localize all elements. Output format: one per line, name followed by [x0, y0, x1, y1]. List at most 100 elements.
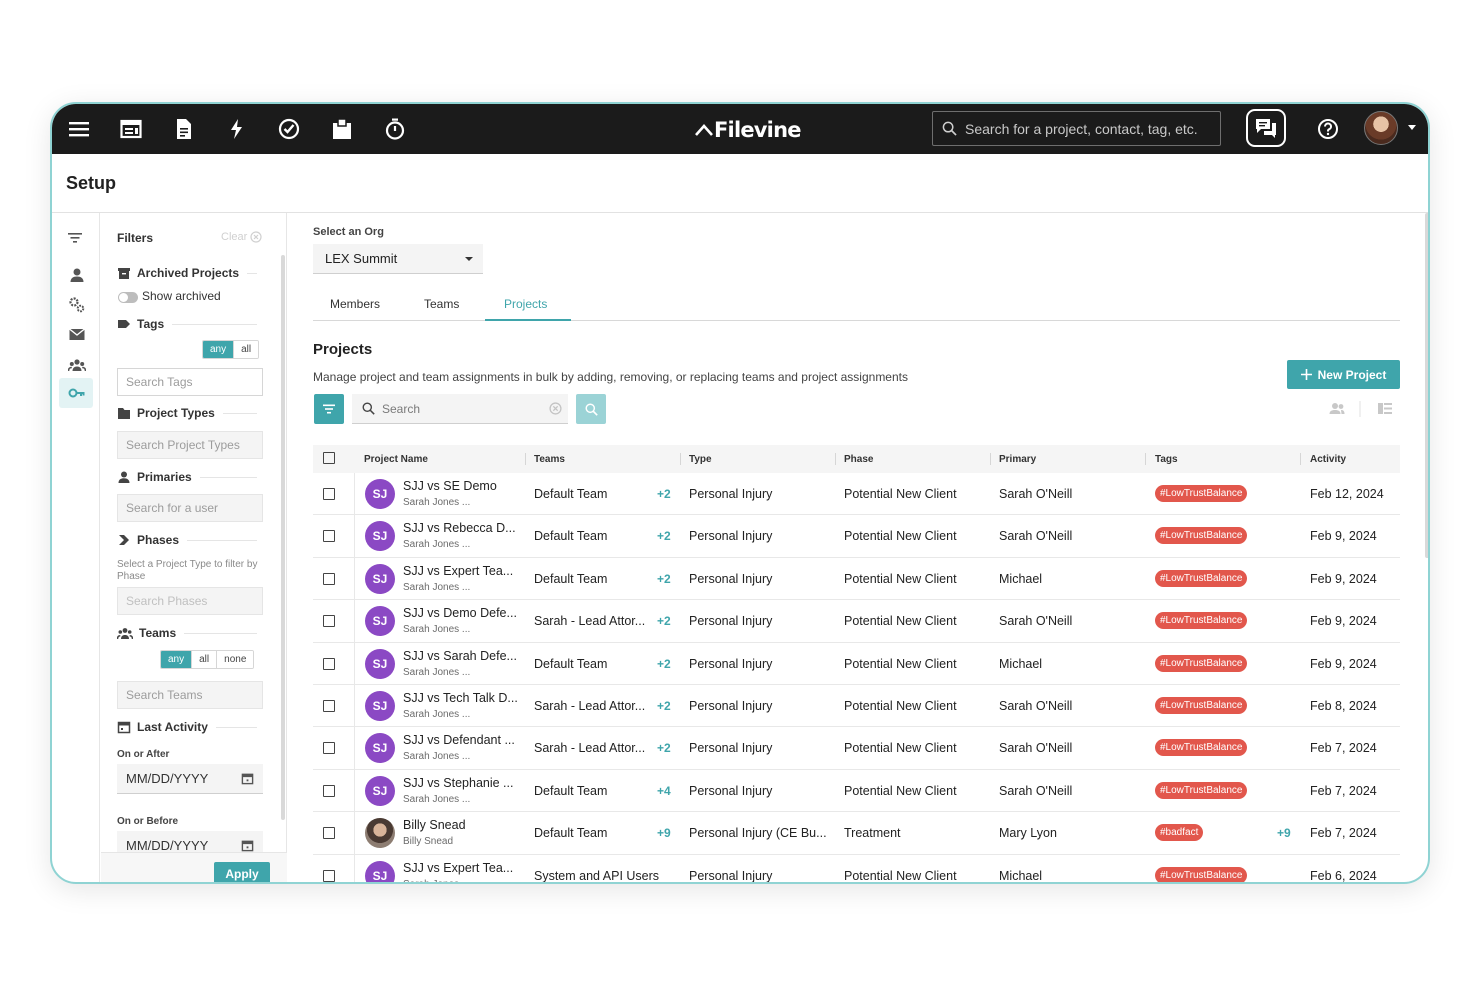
teams-mode-none[interactable]: none [216, 651, 254, 668]
board-icon[interactable] [119, 117, 143, 141]
table-row[interactable]: SJ SJJ vs Rebecca D... Sarah Jones ... Defa… [313, 515, 1400, 558]
lightning-icon[interactable] [225, 117, 249, 141]
search-submit-button[interactable] [576, 394, 606, 424]
show-archived-toggle[interactable] [118, 292, 138, 303]
table-row[interactable]: SJ SJJ vs Demo Defe... Sarah Jones ... Sara… [313, 600, 1400, 643]
team-more-badge[interactable]: +2 [657, 572, 671, 586]
row-checkbox[interactable] [323, 869, 335, 882]
table-header: Project Name Teams Type Phase Primary Ta… [313, 445, 1400, 473]
column-header-type[interactable]: Type [689, 454, 712, 465]
box-icon[interactable] [330, 117, 354, 141]
project-name[interactable]: SJJ vs Expert Tea... [403, 861, 513, 875]
column-header-primary[interactable]: Primary [999, 454, 1036, 465]
tags-mode-all[interactable]: all [233, 341, 259, 358]
chat-button[interactable] [1246, 109, 1286, 147]
search-teams-input[interactable]: Search Teams [117, 681, 263, 709]
gears-icon[interactable] [68, 296, 86, 314]
table-row[interactable]: Billy Snead Billy Snead Default Team +9 Pers… [313, 812, 1400, 855]
search-user-input[interactable]: Search for a user [117, 494, 263, 522]
menu-icon[interactable] [67, 117, 91, 141]
document-icon[interactable] [172, 117, 196, 141]
key-icon[interactable] [68, 384, 86, 402]
table-row[interactable]: SJ SJJ vs Expert Tea... Sarah Jones System … [313, 854, 1400, 882]
team-more-badge[interactable]: +2 [657, 699, 671, 713]
timer-icon[interactable] [383, 117, 407, 141]
column-header-tags[interactable]: Tags [1155, 454, 1178, 465]
calendar-icon[interactable] [241, 772, 254, 785]
project-name[interactable]: Billy Snead [403, 818, 466, 832]
tab-teams[interactable]: Teams [424, 297, 459, 311]
row-checkbox[interactable] [323, 488, 335, 500]
assign-users-icon[interactable] [1329, 403, 1345, 414]
row-checkbox[interactable] [323, 615, 335, 628]
project-name[interactable]: SJJ vs Expert Tea... [403, 564, 513, 578]
main-scrollbar[interactable] [1425, 213, 1428, 558]
project-name[interactable]: SJJ vs Stephanie ... [403, 776, 513, 790]
table-row[interactable]: SJ SJJ vs SE Demo Sarah Jones ... Default T… [313, 473, 1400, 516]
user-icon[interactable] [68, 266, 86, 284]
select-all-checkbox[interactable] [323, 452, 335, 464]
brand-logo[interactable]: Filevine [694, 116, 801, 144]
filters-scrollbar[interactable] [281, 255, 285, 820]
column-header-activity[interactable]: Activity [1310, 454, 1346, 465]
table-row[interactable]: SJ SJJ vs Defendant ... Sarah Jones ... Sar… [313, 727, 1400, 770]
row-checkbox[interactable] [323, 530, 335, 543]
tags-mode-any[interactable]: any [203, 341, 234, 358]
on-or-before-label: On or Before [117, 816, 179, 827]
tag-more-badge[interactable]: +9 [1277, 826, 1291, 840]
team-more-badge[interactable]: +2 [657, 487, 671, 501]
chevron-down-icon[interactable] [1408, 125, 1416, 130]
user-avatar[interactable] [1364, 111, 1398, 145]
project-primary: Michael [999, 571, 1043, 586]
clear-search-icon[interactable] [549, 402, 562, 415]
project-name[interactable]: SJJ vs Demo Defe... [403, 606, 517, 620]
apply-button[interactable]: Apply [214, 862, 270, 882]
search-project-types-input[interactable]: Search Project Types [117, 431, 263, 459]
table-row[interactable]: SJ SJJ vs Sarah Defe... Sarah Jones ... Def… [313, 642, 1400, 685]
on-or-after-date-input[interactable]: MM/DD/YYYY [117, 764, 263, 794]
avatar: SJ [365, 521, 395, 552]
row-checkbox[interactable] [323, 827, 335, 840]
tab-members[interactable]: Members [330, 297, 380, 311]
org-select[interactable]: LEX Summit [313, 244, 483, 274]
group-icon[interactable] [68, 356, 86, 374]
project-name[interactable]: SJJ vs SE Demo [403, 479, 497, 493]
team-more-badge[interactable]: +2 [657, 614, 671, 628]
filter-toggle-icon[interactable] [66, 229, 84, 247]
project-name[interactable]: SJJ vs Tech Talk D... [403, 691, 518, 705]
tab-projects[interactable]: Projects [504, 297, 547, 311]
row-checkbox[interactable] [323, 572, 335, 585]
project-name[interactable]: SJJ vs Rebecca D... [403, 521, 516, 535]
search-tags-input[interactable]: Search Tags [117, 368, 263, 396]
global-search-input[interactable]: Search for a project, contact, tag, etc. [932, 111, 1221, 146]
columns-icon[interactable] [1378, 403, 1392, 414]
row-checkbox[interactable] [323, 657, 335, 670]
help-icon[interactable] [1317, 118, 1339, 140]
table-filter-button[interactable] [314, 394, 344, 424]
team-more-badge[interactable]: +9 [657, 826, 671, 840]
new-project-button[interactable]: New Project [1287, 360, 1400, 389]
row-checkbox[interactable] [323, 742, 335, 755]
check-circle-icon[interactable] [277, 117, 301, 141]
table-row[interactable]: SJ SJJ vs Stephanie ... Sarah Jones ... Def… [313, 769, 1400, 813]
column-header-teams[interactable]: Teams [534, 454, 565, 465]
chat-icon [1256, 119, 1276, 138]
row-checkbox[interactable] [323, 699, 335, 712]
team-more-badge[interactable]: +4 [657, 784, 671, 798]
project-name[interactable]: SJJ vs Sarah Defe... [403, 649, 517, 663]
team-more-badge[interactable]: +2 [657, 657, 671, 671]
projects-search-input[interactable]: Search [352, 394, 568, 424]
row-checkbox[interactable] [323, 784, 335, 797]
table-row[interactable]: SJ SJJ vs Expert Tea... Sarah Jones ... Def… [313, 557, 1400, 601]
team-more-badge[interactable]: +2 [657, 741, 671, 755]
column-header-project-name[interactable]: Project Name [364, 454, 428, 465]
teams-mode-all[interactable]: all [191, 651, 217, 668]
column-header-phase[interactable]: Phase [844, 454, 873, 465]
table-row[interactable]: SJ SJJ vs Tech Talk D... Sarah Jones ... Sa… [313, 684, 1400, 728]
mail-icon[interactable] [68, 325, 86, 343]
calendar-icon[interactable] [241, 839, 254, 852]
team-more-badge[interactable]: +2 [657, 529, 671, 543]
project-name[interactable]: SJJ vs Defendant ... [403, 733, 515, 747]
clear-filters-button[interactable]: Clear [221, 231, 262, 243]
teams-mode-any[interactable]: any [161, 651, 192, 668]
